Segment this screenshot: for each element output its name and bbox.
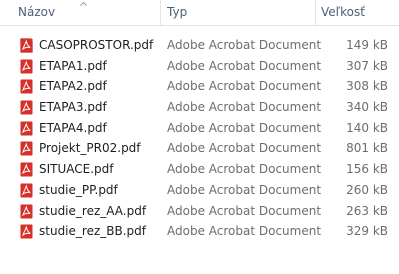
file-name: studie_rez_AA.pdf — [39, 203, 147, 218]
file-row[interactable]: ETAPA4.pdf Adobe Acrobat Document 140 kB — [0, 118, 399, 139]
file-size: 329 kB — [346, 224, 388, 239]
column-header-type[interactable]: Typ — [161, 0, 315, 25]
file-row[interactable]: studie_rez_BB.pdf Adobe Acrobat Document… — [0, 221, 399, 242]
pdf-file-icon — [20, 59, 33, 74]
file-row[interactable]: ETAPA2.pdf Adobe Acrobat Document 308 kB — [0, 76, 399, 97]
file-name: ETAPA1.pdf — [39, 58, 107, 73]
file-size: 140 kB — [346, 120, 388, 135]
file-list: CASOPROSTOR.pdf Adobe Acrobat Document 1… — [0, 35, 399, 242]
file-type: Adobe Acrobat Document — [167, 182, 322, 197]
pdf-file-icon — [20, 224, 33, 239]
pdf-file-icon — [20, 162, 33, 177]
file-row[interactable]: ETAPA1.pdf Adobe Acrobat Document 307 kB — [0, 56, 399, 77]
pdf-file-icon — [20, 183, 33, 198]
file-size: 308 kB — [346, 79, 388, 94]
file-name: studie_rez_BB.pdf — [39, 224, 146, 239]
file-type: Adobe Acrobat Document — [167, 58, 322, 73]
file-row[interactable]: SITUACE.pdf Adobe Acrobat Document 156 k… — [0, 159, 399, 180]
pdf-file-icon — [20, 204, 33, 218]
file-type: Adobe Acrobat Document — [167, 100, 322, 115]
file-row[interactable]: ETAPA3.pdf Adobe Acrobat Document 340 kB — [0, 97, 399, 118]
file-row[interactable]: Projekt_PR02.pdf Adobe Acrobat Document … — [0, 138, 399, 159]
file-type: Adobe Acrobat Document — [167, 79, 322, 94]
file-type: Adobe Acrobat Document — [167, 120, 322, 135]
file-name: CASOPROSTOR.pdf — [39, 38, 154, 52]
file-size: 263 kB — [346, 203, 388, 218]
file-list-pane: Názov Typ Veľkosť CASOPROSTOR.pdf Adobe … — [0, 0, 399, 274]
file-name: ETAPA2.pdf — [39, 79, 107, 94]
pdf-file-icon — [20, 100, 33, 115]
column-header-name[interactable]: Názov — [0, 0, 160, 25]
file-type: Adobe Acrobat Document — [167, 203, 322, 218]
file-name: ETAPA4.pdf — [39, 120, 107, 135]
file-type: Adobe Acrobat Document — [167, 38, 322, 52]
file-size: 260 kB — [346, 182, 388, 197]
file-size: 149 kB — [346, 38, 388, 52]
column-header-bar: Názov Typ Veľkosť — [0, 0, 399, 26]
pdf-file-icon — [20, 79, 33, 94]
file-row[interactable]: studie_rez_AA.pdf Adobe Acrobat Document… — [0, 201, 399, 222]
file-type: Adobe Acrobat Document — [167, 141, 322, 156]
file-row[interactable]: CASOPROSTOR.pdf Adobe Acrobat Document 1… — [0, 35, 399, 56]
file-size: 801 kB — [346, 141, 388, 156]
file-size: 307 kB — [346, 58, 388, 73]
file-row[interactable]: studie_PP.pdf Adobe Acrobat Document 260… — [0, 180, 399, 201]
file-size: 156 kB — [346, 162, 388, 177]
file-name: SITUACE.pdf — [39, 162, 114, 177]
pdf-file-icon — [20, 141, 33, 156]
column-header-size[interactable]: Veľkosť — [316, 0, 399, 25]
file-name: Projekt_PR02.pdf — [39, 141, 141, 156]
file-type: Adobe Acrobat Document — [167, 224, 322, 239]
file-size: 340 kB — [346, 100, 388, 115]
pdf-file-icon — [20, 121, 33, 136]
file-name: ETAPA3.pdf — [39, 100, 107, 115]
file-name: studie_PP.pdf — [39, 182, 118, 197]
pdf-file-icon — [20, 38, 33, 53]
file-type: Adobe Acrobat Document — [167, 162, 322, 177]
